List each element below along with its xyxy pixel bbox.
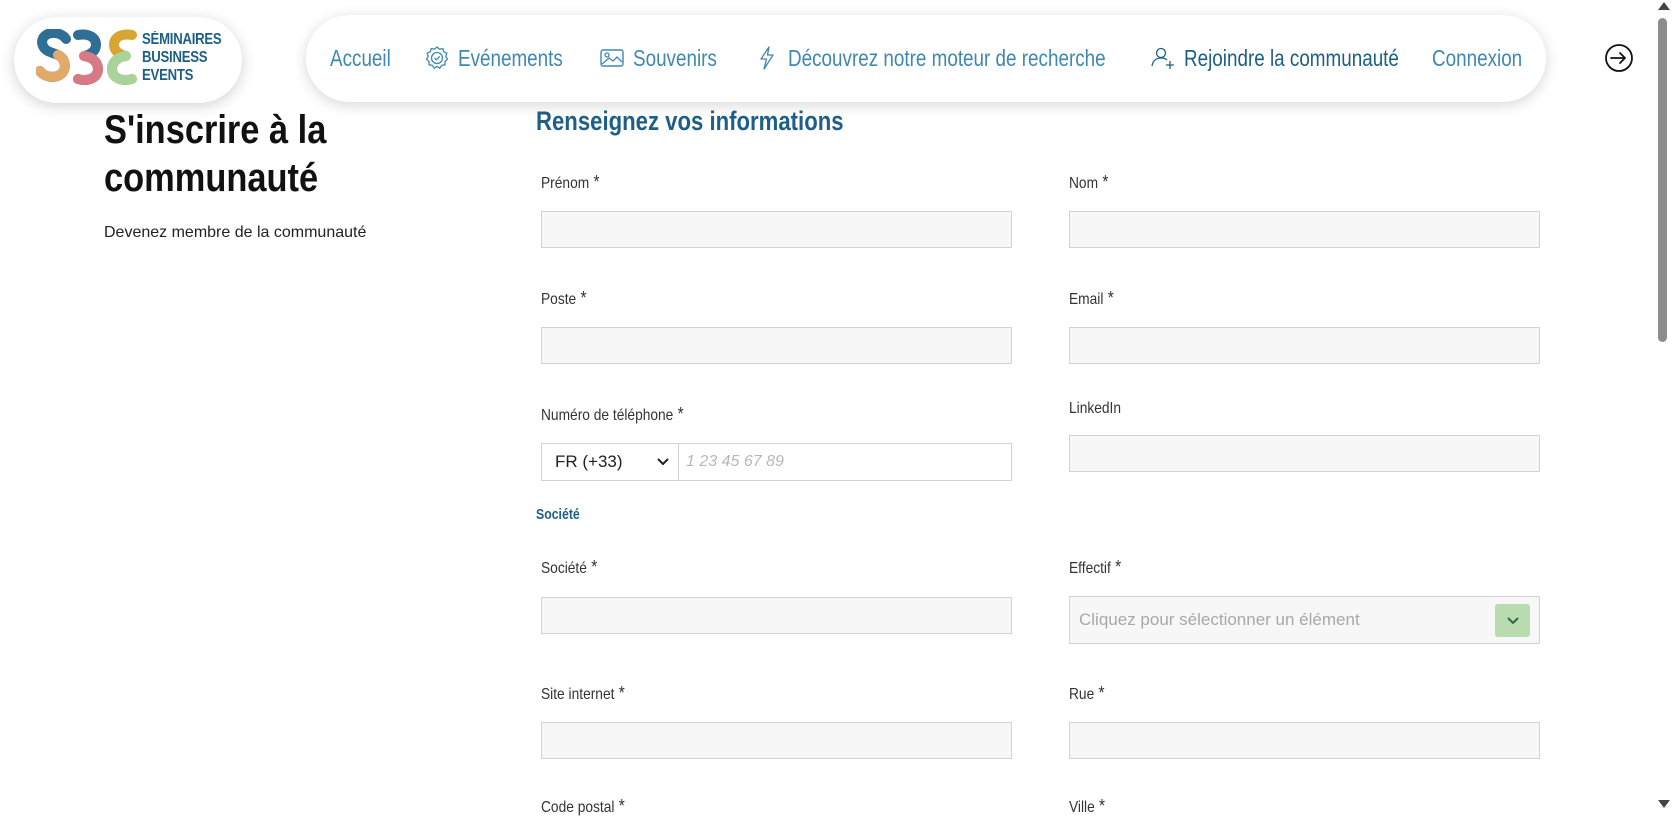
prenom-input[interactable] xyxy=(541,211,1012,248)
label-societe: Société * xyxy=(541,557,597,578)
nav-item-label: Connexion xyxy=(1432,44,1523,71)
lightning-icon xyxy=(760,46,774,70)
label-email: Email * xyxy=(1069,288,1114,309)
image-icon xyxy=(600,49,624,67)
label-text: LinkedIn xyxy=(1069,400,1122,417)
label-text: Ville xyxy=(1069,799,1095,816)
label-site-internet: Site internet * xyxy=(541,683,625,704)
site-internet-input[interactable] xyxy=(541,722,1012,759)
societe-input[interactable] xyxy=(541,597,1012,634)
label-text: Code postal xyxy=(541,799,615,816)
nav-item-label: Découvrez notre moteur de recherche xyxy=(788,44,1106,71)
label-prenom: Prénom * xyxy=(541,172,600,193)
label-text: Rue xyxy=(1069,686,1095,703)
nav-item-moteur-recherche[interactable]: Découvrez notre moteur de recherche xyxy=(754,42,1175,74)
label-text: Email xyxy=(1069,291,1104,308)
required-marker: * xyxy=(591,557,598,577)
label-text: Effectif xyxy=(1069,560,1111,577)
label-nom: Nom * xyxy=(1069,172,1108,193)
label-rue: Rue * xyxy=(1069,683,1105,704)
linkedin-input[interactable] xyxy=(1069,435,1540,472)
phone-number-input[interactable]: 1 23 45 67 89 xyxy=(679,444,1011,480)
nav-item-label: Accueil xyxy=(330,44,391,71)
label-effectif: Effectif * xyxy=(1069,557,1121,578)
sbe-logo-mark xyxy=(36,29,137,85)
nav-item-rejoindre[interactable]: Rejoindre la communauté xyxy=(1150,42,1446,74)
label-text: Numéro de téléphone xyxy=(541,407,674,424)
user-plus-icon xyxy=(1151,47,1174,69)
scroll-up-arrow[interactable] xyxy=(1658,2,1670,10)
required-marker: * xyxy=(580,288,587,308)
scrollbar-thumb[interactable] xyxy=(1658,18,1667,342)
email-input[interactable] xyxy=(1069,327,1540,364)
scroll-down-arrow[interactable] xyxy=(1658,800,1670,808)
nav-item-souvenirs[interactable]: Souvenirs xyxy=(599,42,735,74)
label-text: Prénom xyxy=(541,175,590,192)
required-marker: * xyxy=(1099,796,1106,816)
logo-line-1: SÉMINAIRES xyxy=(142,31,222,48)
nav-item-accueil[interactable]: Accueil xyxy=(330,42,404,74)
form-section-title: Renseignez vos informations xyxy=(536,106,844,136)
nav-item-label: Rejoindre la communauté xyxy=(1184,44,1399,71)
effectif-select[interactable]: Cliquez pour sélectionner un élément xyxy=(1069,596,1540,644)
label-linkedin: LinkedIn xyxy=(1069,400,1121,418)
required-marker: * xyxy=(1102,172,1109,192)
label-text: Nom xyxy=(1069,175,1099,192)
required-marker: * xyxy=(618,683,625,703)
logo-text: SÉMINAIRES BUSINESS EVENTS xyxy=(142,31,222,85)
logo-line-2: BUSINESS xyxy=(142,49,208,66)
label-ville: Ville * xyxy=(1069,796,1105,817)
required-marker: * xyxy=(593,172,600,192)
chevron-down-icon xyxy=(657,458,669,466)
logo-line-3: EVENTS xyxy=(142,67,194,84)
label-telephone: Numéro de téléphone * xyxy=(541,404,684,425)
label-text: Société xyxy=(541,560,587,577)
poste-input[interactable] xyxy=(541,327,1012,364)
nav-item-label: Souvenirs xyxy=(633,44,717,71)
required-marker: * xyxy=(618,796,625,816)
nav-item-evenements[interactable]: Evénements xyxy=(424,42,586,74)
nav-item-label: Evénements xyxy=(458,44,563,71)
main-navigation: Accueil Evénements Souvenirs Découvrez n… xyxy=(306,15,1546,102)
required-marker: * xyxy=(1115,557,1122,577)
badge-icon xyxy=(425,46,449,70)
phone-field-group: FR (+33) 1 23 45 67 89 xyxy=(541,443,1012,481)
label-code-postal: Code postal * xyxy=(541,796,625,817)
label-text: Site internet xyxy=(541,686,615,703)
effectif-placeholder: Cliquez pour sélectionner un élément xyxy=(1079,610,1360,629)
login-icon[interactable] xyxy=(1604,43,1634,73)
rue-input[interactable] xyxy=(1069,722,1540,759)
company-section-title: Société xyxy=(536,506,580,523)
phone-placeholder: 1 23 45 67 89 xyxy=(686,453,784,470)
chevron-down-icon xyxy=(1506,616,1519,624)
page-title: S'inscrire à la communauté xyxy=(104,108,327,200)
phone-country-select[interactable]: FR (+33) xyxy=(542,444,679,480)
nom-input[interactable] xyxy=(1069,211,1540,248)
required-marker: * xyxy=(1107,288,1114,308)
label-poste: Poste * xyxy=(541,288,587,309)
label-text: Poste xyxy=(541,291,577,308)
effectif-dropdown-button[interactable] xyxy=(1495,604,1530,637)
required-marker: * xyxy=(1098,683,1105,703)
site-logo[interactable]: SÉMINAIRES BUSINESS EVENTS xyxy=(14,17,242,103)
nav-item-connexion[interactable]: Connexion xyxy=(1432,42,1542,74)
phone-country-value: FR (+33) xyxy=(555,452,623,471)
page-subtitle: Devenez membre de la communauté xyxy=(104,224,367,241)
required-marker: * xyxy=(677,404,684,424)
